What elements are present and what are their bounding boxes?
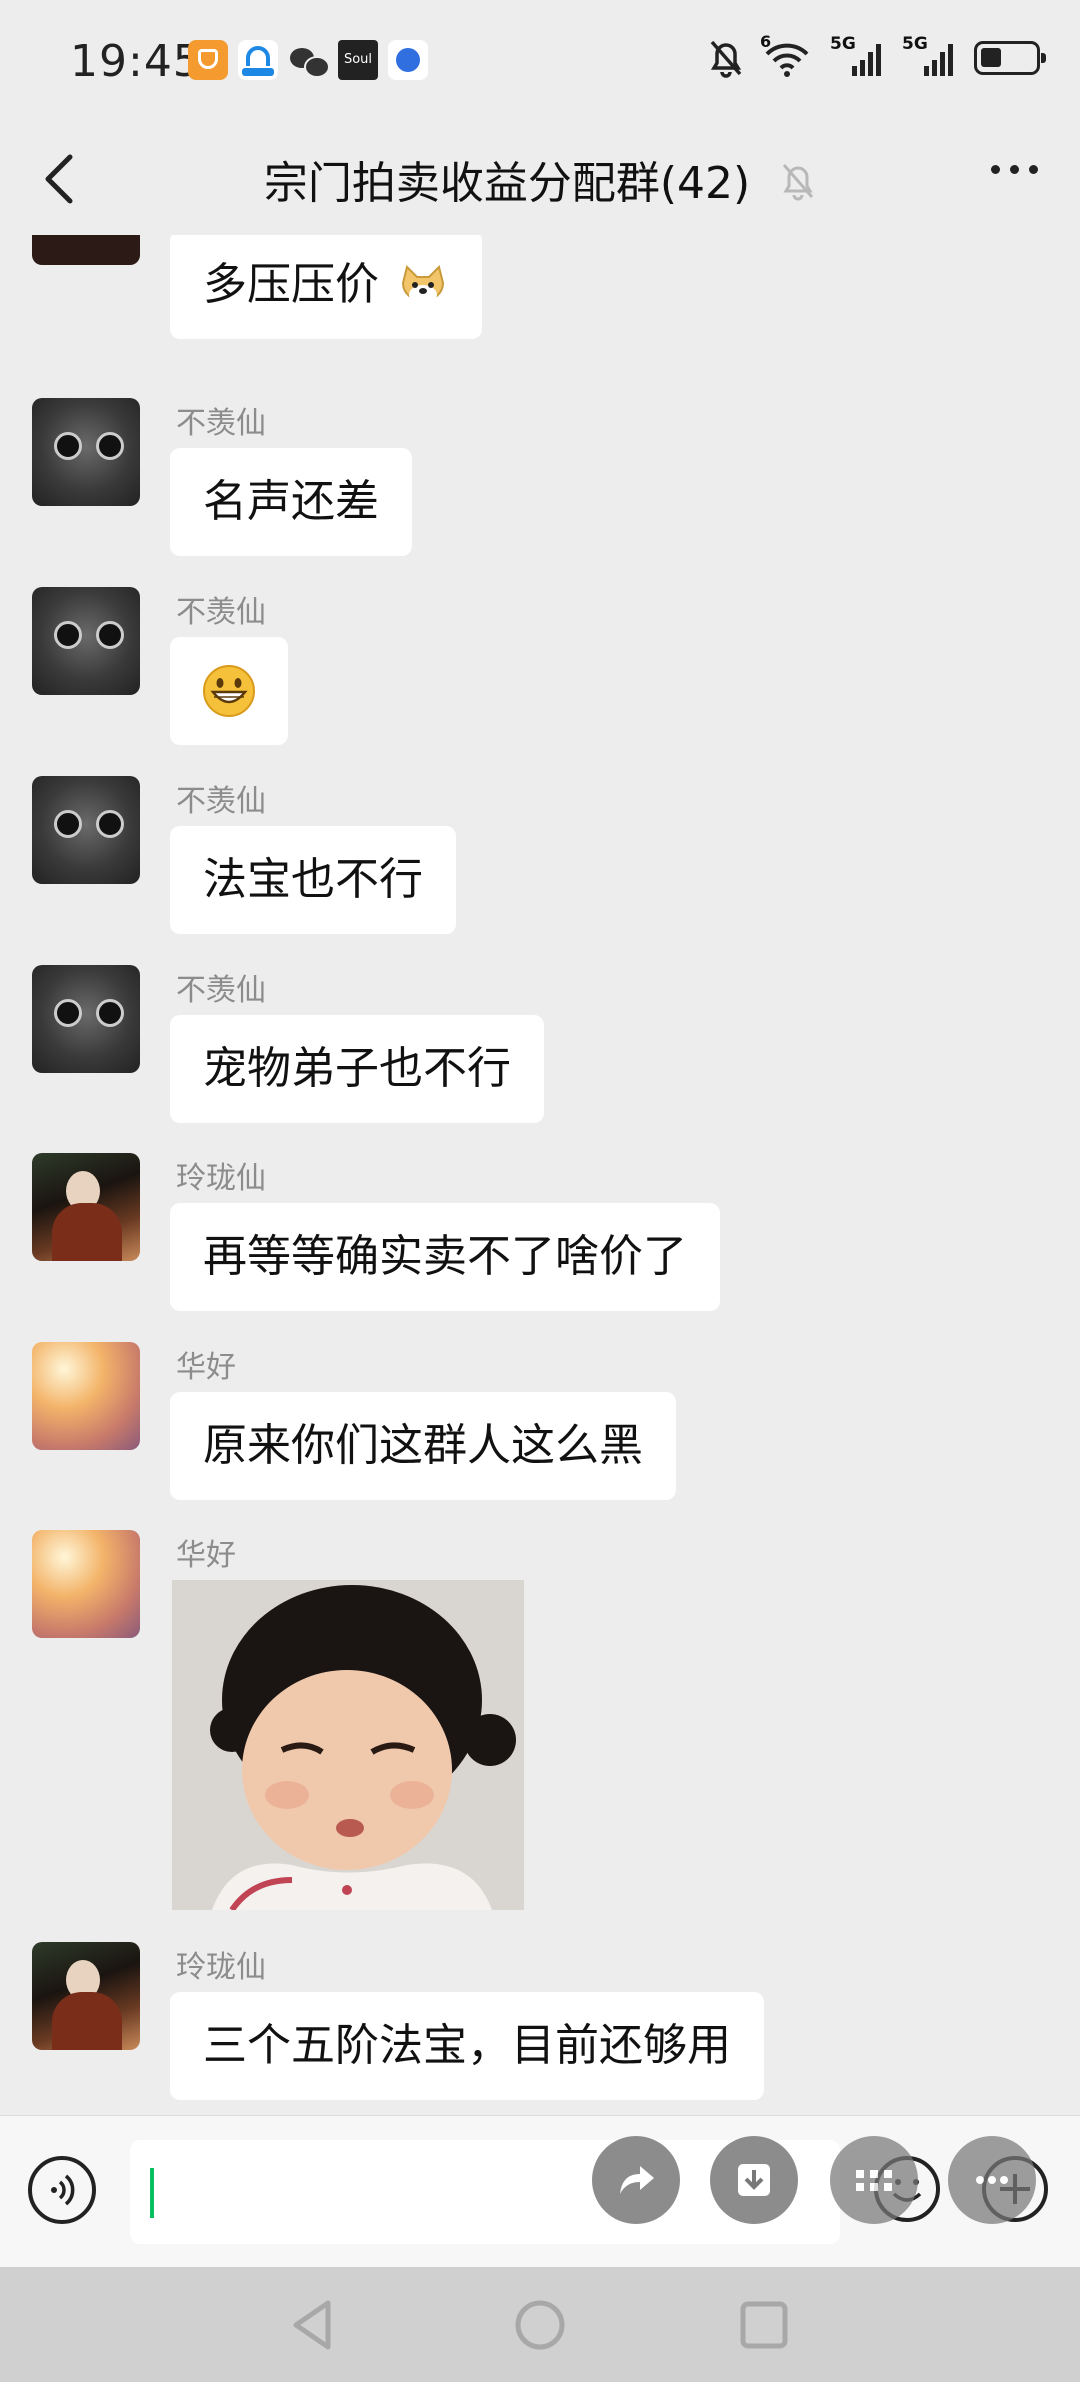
doge-emoji-icon xyxy=(401,265,445,305)
sender-name: 华好 xyxy=(176,1350,236,1385)
sender-name: 玲珑仙 xyxy=(176,1161,266,1196)
soul-app-icon: Soul xyxy=(338,40,378,80)
message-bubble[interactable]: 原来你们这群人这么黑 xyxy=(170,1392,676,1500)
avatar[interactable] xyxy=(32,1153,140,1261)
sender-name: 不羡仙 xyxy=(176,595,266,630)
shield-app-icon xyxy=(188,40,228,80)
sender-name: 华好 xyxy=(176,1538,236,1573)
message-text: 名声还差 xyxy=(203,476,379,527)
nav-home-icon[interactable] xyxy=(512,2297,568,2353)
message-bubble[interactable]: 宠物弟子也不行 xyxy=(170,1015,544,1123)
sender-name: 不羡仙 xyxy=(176,406,266,441)
notification-icons: Soul xyxy=(188,40,428,80)
avatar[interactable] xyxy=(32,776,140,884)
grinning-face-emoji-icon xyxy=(203,665,255,717)
avatar[interactable] xyxy=(32,1942,140,2050)
system-indicators: 6 5G 5G xyxy=(708,32,1046,78)
message-bubble[interactable]: 名声还差 xyxy=(170,448,412,556)
save-button[interactable] xyxy=(710,2136,798,2224)
message-bubble[interactable]: 法宝也不行 xyxy=(170,826,456,934)
nav-back-icon[interactable] xyxy=(288,2297,338,2353)
dot-icon xyxy=(1029,165,1038,174)
voice-icon xyxy=(51,2174,75,2206)
chat-header: 宗门拍卖收益分配群(42) xyxy=(0,125,1080,235)
forward-icon xyxy=(620,2166,654,2194)
text-cursor xyxy=(150,2168,154,2218)
message-text: 原来你们这群人这么黑 xyxy=(203,1420,643,1471)
sender-name: 不羡仙 xyxy=(176,784,266,819)
avatar[interactable] xyxy=(32,965,140,1073)
avatar[interactable] xyxy=(32,235,140,265)
dot-icon xyxy=(1010,165,1019,174)
avatar[interactable] xyxy=(32,1530,140,1638)
ellipsis-icon xyxy=(976,2176,1008,2184)
bell-off-icon xyxy=(710,40,742,78)
multi-select-button[interactable] xyxy=(830,2136,918,2224)
message-text: 三个五阶法宝，目前还够用 xyxy=(203,2020,731,2071)
grid-icon xyxy=(856,2170,892,2191)
mute-bell-icon xyxy=(780,161,816,212)
message-bubble[interactable] xyxy=(170,637,288,745)
cloud-app-icon xyxy=(238,40,278,80)
wifi-badge: 6 xyxy=(760,32,772,51)
message-bubble[interactable]: 多压压价 xyxy=(170,235,482,339)
message-text: 宠物弟子也不行 xyxy=(203,1043,511,1094)
wifi-icon: 6 xyxy=(760,32,812,78)
network-label-1: 5G xyxy=(830,34,856,54)
battery-icon xyxy=(974,41,1046,75)
signal-icon-2: 5G xyxy=(902,34,956,78)
avatar[interactable] xyxy=(32,1342,140,1450)
status-time: 19:45 xyxy=(70,36,202,87)
message-bubble[interactable]: 三个五阶法宝，目前还够用 xyxy=(170,1992,764,2100)
soul-label: Soul xyxy=(343,52,373,67)
message-text: 再等等确实卖不了啥价了 xyxy=(203,1231,687,1282)
avatar[interactable] xyxy=(32,587,140,695)
system-nav-bar xyxy=(0,2267,1080,2382)
sticker-image[interactable] xyxy=(172,1580,524,1910)
status-bar: 19:45 Soul 6 5G 5G xyxy=(0,0,1080,125)
chat-title-row: 宗门拍卖收益分配群(42) xyxy=(0,147,1080,212)
signal-icon-1: 5G xyxy=(830,34,884,78)
avatar[interactable] xyxy=(32,398,140,506)
message-text: 法宝也不行 xyxy=(203,854,423,905)
more-options-button[interactable] xyxy=(991,165,1038,174)
browser-icon xyxy=(388,40,428,80)
network-label-2: 5G xyxy=(902,34,928,54)
voice-input-button[interactable] xyxy=(28,2156,96,2224)
message-text: 多压压价 xyxy=(203,259,379,310)
input-bar xyxy=(0,2115,1080,2268)
sender-name: 不羡仙 xyxy=(176,973,266,1008)
dot-icon xyxy=(991,165,1000,174)
wechat-icon xyxy=(288,40,330,80)
message-list[interactable]: 虚无 多压压价 不羡仙 名声还差 不羡仙 xyxy=(0,235,1080,2115)
chat-title: 宗门拍卖收益分配群(42) xyxy=(263,158,751,209)
sender-name: 玲珑仙 xyxy=(176,1950,266,1985)
forward-button[interactable] xyxy=(592,2136,680,2224)
nav-recents-icon[interactable] xyxy=(738,2299,790,2351)
download-icon xyxy=(738,2164,770,2196)
message-bubble[interactable]: 再等等确实卖不了啥价了 xyxy=(170,1203,720,1311)
more-actions-button[interactable] xyxy=(948,2136,1036,2224)
